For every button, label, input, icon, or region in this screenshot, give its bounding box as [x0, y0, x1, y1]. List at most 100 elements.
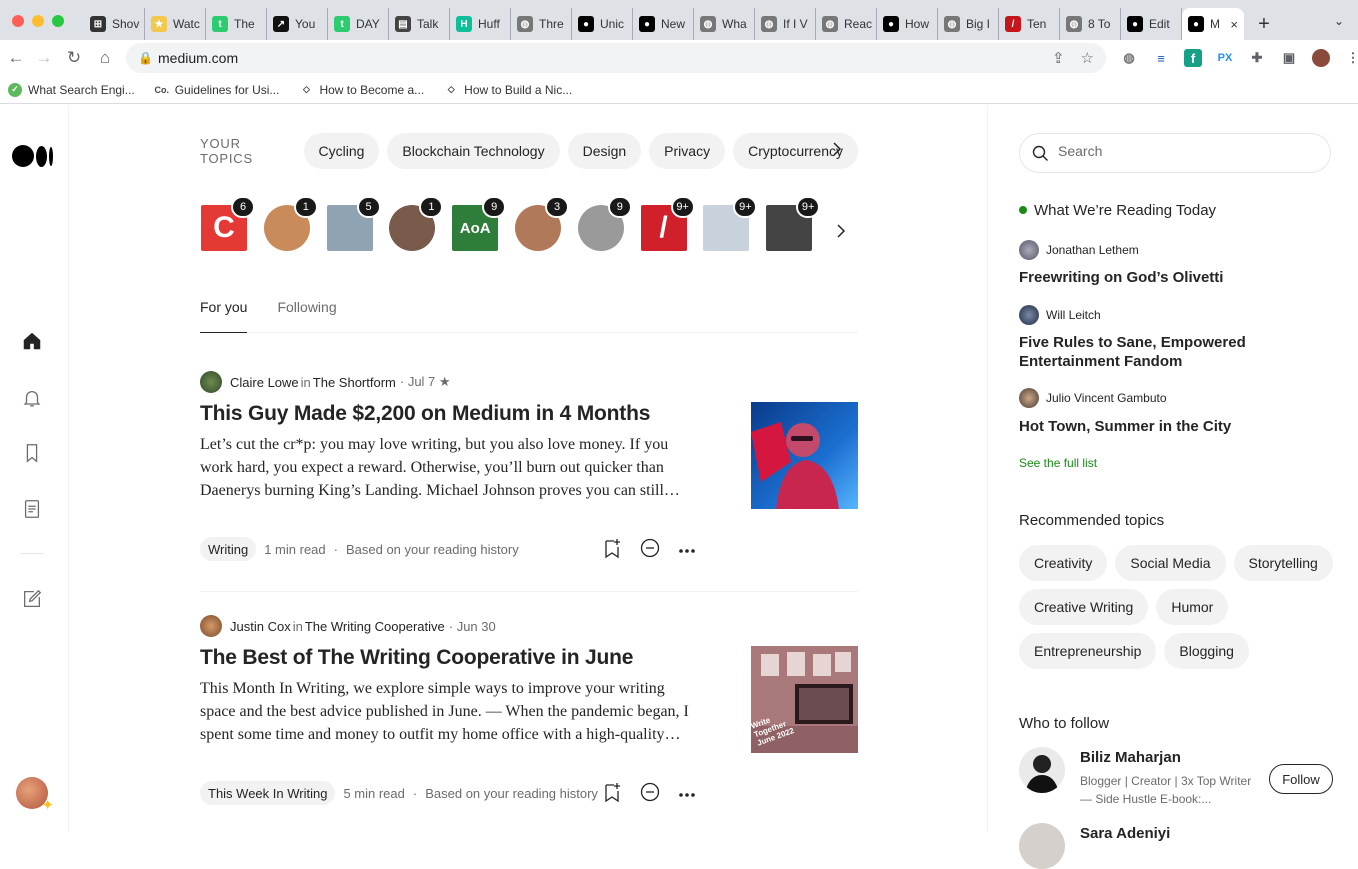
browser-tab[interactable]: ● Unic [572, 8, 633, 40]
url-text[interactable]: medium.com [158, 50, 238, 66]
recommended-topic-chip[interactable]: Entrepreneurship [1019, 633, 1157, 669]
new-tab-button[interactable]: + [1244, 8, 1284, 40]
browser-tab[interactable]: ◍ If I V [755, 8, 816, 40]
article-subtitle[interactable]: Let’s cut the cr*p: you may love writing… [200, 433, 696, 502]
browser-tab[interactable]: ● How [877, 8, 938, 40]
see-full-list-link[interactable]: See the full list [1019, 456, 1097, 470]
reload-icon[interactable]: ↻ [64, 48, 84, 68]
puzzle-extensions-icon[interactable]: ✚ [1248, 49, 1266, 67]
browser-tab[interactable]: ● New [633, 8, 694, 40]
home-icon[interactable]: ⌂ [95, 48, 115, 68]
forward-icon[interactable]: → [34, 48, 54, 68]
bookmark-item[interactable]: Co. Guidelines for Usi... [154, 82, 279, 97]
save-bookmark-icon[interactable] [602, 537, 622, 562]
recommended-topic-chip[interactable]: Social Media [1115, 545, 1226, 581]
suggested-author-avatar[interactable] [1019, 747, 1065, 793]
browser-tab[interactable]: ◍ Reac [816, 8, 877, 40]
staff-pick-title[interactable]: Hot Town, Summer in the City [1019, 417, 1319, 436]
minimize-window-button[interactable] [32, 15, 44, 27]
tab-following[interactable]: Following [277, 295, 336, 333]
suggested-author-avatar[interactable] [1019, 823, 1065, 869]
bookmark-item[interactable]: ◇ How to Build a Nic... [444, 82, 572, 97]
maximize-window-button[interactable] [52, 15, 64, 27]
recommended-topic-chip[interactable]: Creative Writing [1019, 589, 1149, 625]
browser-tab[interactable]: t The [206, 8, 267, 40]
author-avatar[interactable] [200, 615, 222, 637]
more-options-icon[interactable] [678, 786, 696, 801]
feedly-extension-icon[interactable]: f [1184, 49, 1202, 67]
medium-logo[interactable] [12, 145, 53, 167]
home-icon[interactable] [20, 329, 44, 353]
browser-tab[interactable]: ◍ Thre [511, 8, 572, 40]
article-thumbnail[interactable] [751, 402, 858, 509]
layers-extension-icon[interactable]: ≡ [1152, 49, 1170, 67]
browser-tab[interactable]: ◍ 8 To [1060, 8, 1121, 40]
article-title[interactable]: This Guy Made $2,200 on Medium in 4 Mont… [200, 402, 650, 426]
recommended-topic-chip[interactable]: Storytelling [1233, 545, 1333, 581]
publication-avatar[interactable]: C6 [200, 196, 255, 251]
publication-avatar[interactable]: AoA 9 [451, 196, 507, 251]
write-icon[interactable] [20, 587, 44, 611]
topic-chip[interactable]: Privacy [649, 133, 726, 169]
publication-avatar[interactable]: 9 [577, 196, 632, 251]
bookmark-star-icon[interactable]: ☆ [1081, 49, 1094, 67]
browser-tab[interactable]: ◍ Big I [938, 8, 999, 40]
chevron-right-icon[interactable] [830, 141, 844, 162]
profile-avatar[interactable] [1312, 49, 1330, 67]
article-thumbnail[interactable]: Write Together June 2022 [751, 646, 858, 753]
author-avatar[interactable] [1019, 388, 1039, 408]
publication-avatar[interactable]: 5 [326, 196, 381, 251]
article-subtitle[interactable]: This Month In Writing, we explore simple… [200, 677, 696, 746]
px-extension-icon[interactable]: PX [1216, 49, 1234, 67]
bookmarks-icon[interactable] [20, 441, 44, 465]
browser-tab[interactable]: t DAY [328, 8, 389, 40]
close-window-button[interactable] [12, 15, 24, 27]
staff-pick-title[interactable]: Freewriting on God’s Olivetti [1019, 268, 1319, 287]
recommended-topic-chip[interactable]: Humor [1156, 589, 1229, 625]
recommended-topic-chip[interactable]: Creativity [1019, 545, 1108, 581]
close-tab-icon[interactable]: × [1230, 17, 1238, 32]
kebab-menu-icon[interactable]: ⋮ [1344, 49, 1358, 67]
bell-icon[interactable] [20, 386, 44, 410]
sidebar-toggle-icon[interactable]: ▣ [1280, 49, 1298, 67]
search-input[interactable] [1058, 143, 1318, 159]
author-avatar[interactable] [1019, 240, 1039, 260]
author-avatar[interactable] [1019, 305, 1039, 325]
publication-avatar[interactable]: 9+ [702, 196, 758, 251]
tag-chip[interactable]: Writing [200, 537, 257, 561]
bookmark-item[interactable]: ✓ What Search Engi... [8, 82, 135, 97]
more-options-icon[interactable] [678, 542, 696, 557]
author-name[interactable]: Justin Cox [230, 619, 291, 634]
article-title[interactable]: The Best of The Writing Cooperative in J… [200, 646, 633, 670]
publication-name[interactable]: The Shortform [313, 375, 396, 390]
bookmark-item[interactable]: ◇ How to Become a... [299, 82, 424, 97]
back-icon[interactable]: ← [6, 48, 26, 68]
browser-tab[interactable]: ▤ Talk [389, 8, 450, 40]
author-name[interactable]: Claire Lowe [230, 375, 299, 390]
publication-avatar[interactable]: 9+ [765, 196, 821, 251]
show-less-icon[interactable] [640, 782, 660, 805]
publication-avatar[interactable]: 1 [388, 196, 444, 251]
follow-button[interactable]: Follow [1269, 764, 1333, 794]
article-card[interactable]: Claire Lowe in The Shortform · Jul 7 ★ T… [200, 371, 858, 571]
publication-avatar[interactable]: 1 [263, 196, 318, 251]
show-less-icon[interactable] [640, 538, 660, 561]
share-icon[interactable]: ⇪ [1052, 49, 1065, 67]
globe-extension-icon[interactable]: ◍ [1120, 49, 1138, 67]
tab-for-you[interactable]: For you [200, 295, 248, 333]
address-bar[interactable]: 🔒 medium.com ⇪ ☆ [126, 43, 1106, 73]
chevron-down-icon[interactable]: ⌄ [1334, 14, 1344, 28]
suggested-author-name[interactable]: Sara Adeniyi [1080, 825, 1170, 842]
browser-tab[interactable]: ● Edit [1121, 8, 1182, 40]
user-avatar[interactable]: ✦ [16, 777, 54, 814]
topic-chip[interactable]: Blockchain Technology [387, 133, 560, 169]
save-bookmark-icon[interactable] [602, 781, 622, 806]
browser-tab[interactable]: ★ Watc [145, 8, 206, 40]
article-card[interactable]: Justin Cox in The Writing Cooperative · … [200, 615, 858, 815]
chevron-right-icon[interactable] [834, 223, 848, 244]
staff-pick-author[interactable]: Julio Vincent Gambuto [1019, 388, 1167, 408]
tag-chip[interactable]: This Week In Writing [200, 781, 336, 805]
topic-chip[interactable]: Design [567, 133, 642, 169]
staff-pick-author[interactable]: Jonathan Lethem [1019, 240, 1139, 260]
publication-avatar[interactable]: 3 [514, 196, 569, 251]
